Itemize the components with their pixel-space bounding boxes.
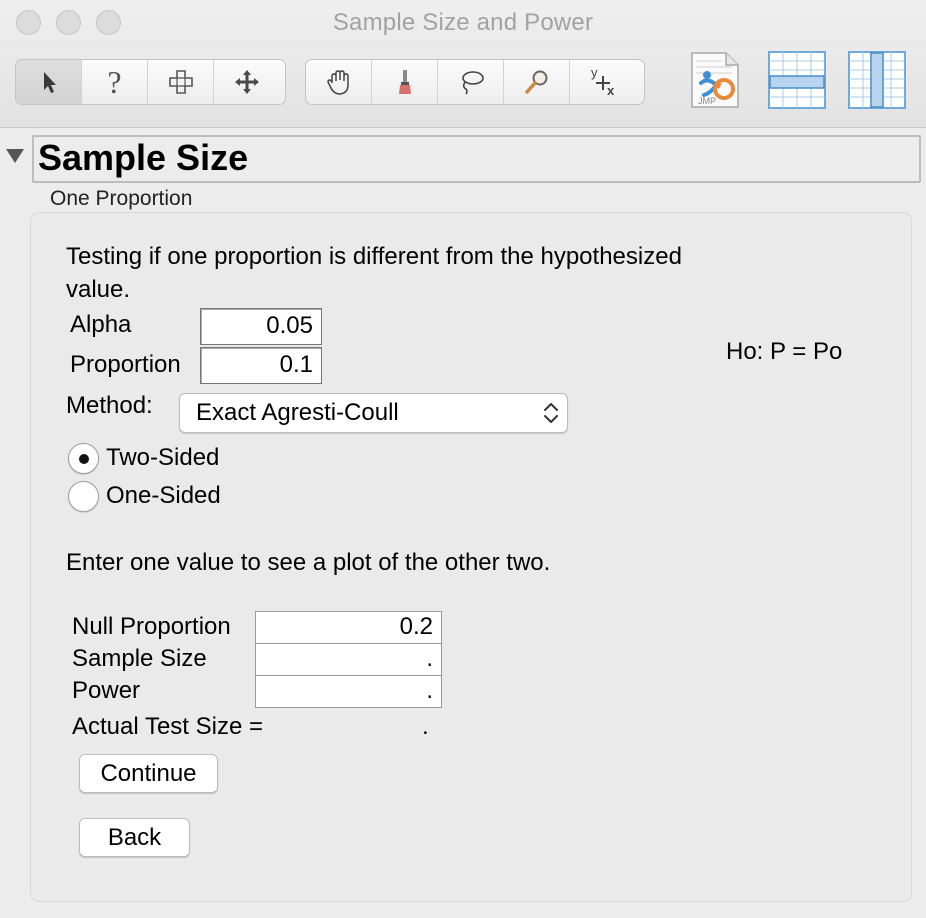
crosshair-tool-button[interactable]: y x [570,60,636,104]
tool-group-selection: y x [305,59,645,105]
one-sided-label[interactable]: One-Sided [106,481,221,511]
table-rows-button[interactable] [767,49,827,111]
table-columns-button[interactable] [847,49,907,111]
grabber-tool-icon [326,70,349,95]
description-line2: value. [66,276,131,303]
continue-button[interactable]: Continue [79,754,218,793]
power-label: Power [72,677,141,704]
magnifier-tool-button[interactable] [504,60,570,104]
two-sided-label[interactable]: Two-Sided [106,443,219,473]
lasso-tool-icon [461,71,484,95]
actual-test-size-label: Actual Test Size = [72,713,263,740]
section-subtitle: One Proportion [50,187,193,210]
proportion-input[interactable]: 0.1 [200,347,322,384]
power-input[interactable]: . [255,675,442,708]
back-button[interactable]: Back [79,818,190,857]
chevron-up-down-icon [544,403,558,423]
sample-size-label: Sample Size [72,645,207,672]
jmp-home-button[interactable]: JMP [686,49,746,111]
disclosure-triangle-icon[interactable] [6,149,24,163]
alpha-label: Alpha [70,311,132,338]
radio-selected-dot [78,453,89,464]
brush-tool-icon [398,70,411,94]
jmp-home-icon: JMP [691,52,739,108]
hypothesis-label: Ho: P = Po [726,338,843,365]
method-select-value: Exact Agresti-Coull [196,399,399,426]
help-tool-icon: ? [107,63,122,100]
scroller-tool-icon [235,70,259,94]
sample-size-input[interactable]: . [255,643,442,676]
tool-group-navigation: ? [15,59,286,105]
crosshair-tool-icon: y x [591,65,615,98]
magnifier-tool-icon [524,70,547,94]
scroller-tool-button[interactable] [214,60,280,104]
description-line1: Testing if one proportion is different f… [66,243,682,270]
window-title: Sample Size and Power [332,9,594,36]
grabber-tool-button[interactable] [306,60,372,104]
one-sided-radio[interactable] [68,481,99,512]
outline-title: Sample Size [38,137,249,178]
arrow-tool-icon [43,72,56,93]
method-label: Method: [66,392,153,419]
null-proportion-input[interactable]: 0.2 [255,611,442,644]
svg-text:JMP: JMP [698,96,716,106]
table-rows-icon [768,51,826,109]
selection-tool-icon [168,70,193,94]
arrow-tool-button[interactable] [16,60,82,104]
two-sided-radio[interactable] [68,443,99,474]
null-proportion-label: Null Proportion [72,613,231,640]
alpha-input[interactable]: 0.05 [200,308,322,345]
help-tool-button[interactable]: ? [82,60,148,104]
lasso-tool-button[interactable] [438,60,504,104]
table-columns-icon [848,51,906,109]
proportion-label: Proportion [70,351,181,378]
brush-tool-button[interactable] [372,60,438,104]
selection-tool-button[interactable] [148,60,214,104]
actual-test-size-value: . [422,713,429,740]
instruction-text: Enter one value to see a plot of the oth… [66,549,551,576]
